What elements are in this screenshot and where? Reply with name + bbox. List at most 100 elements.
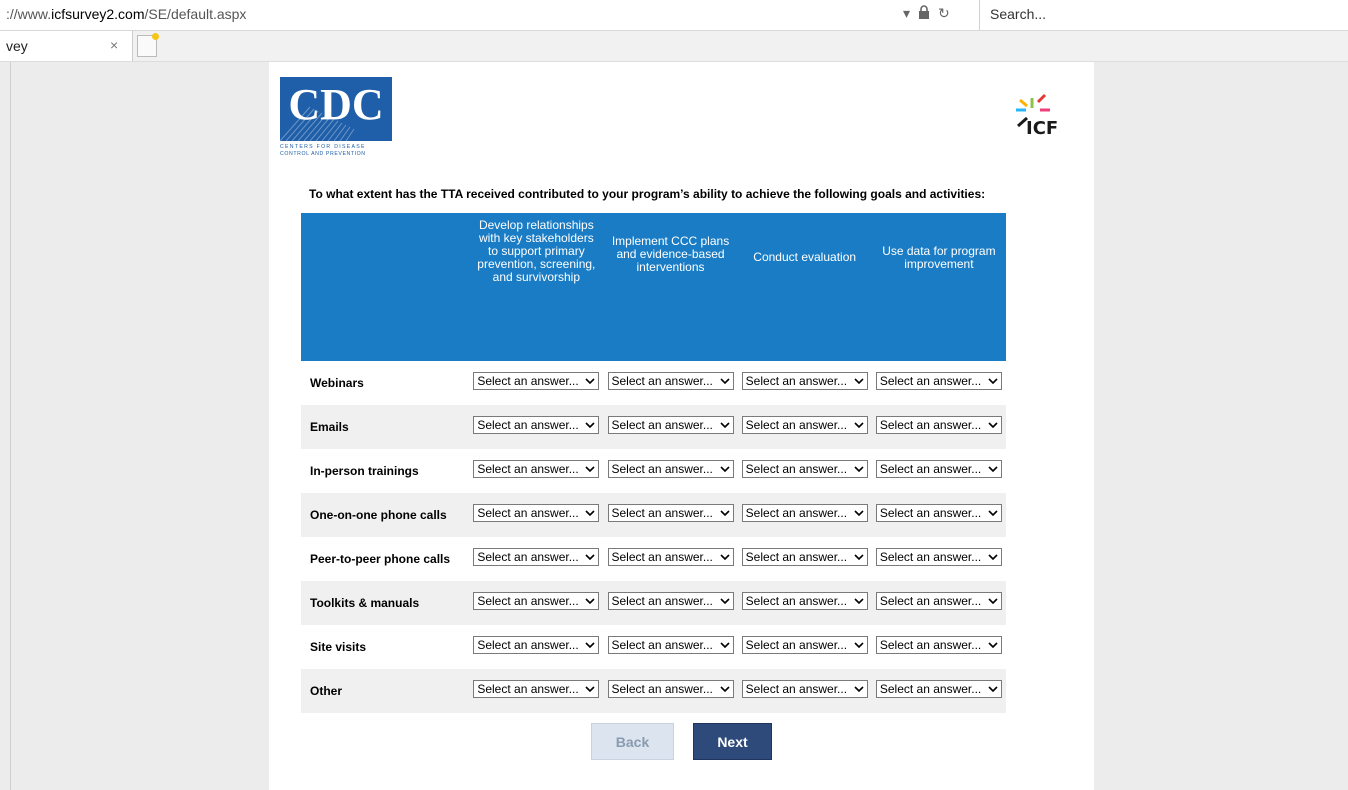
answer-cell: Select an answer... xyxy=(469,449,603,493)
answer-select[interactable]: Select an answer... xyxy=(473,591,600,610)
answer-select[interactable]: Select an answer... xyxy=(875,415,1002,434)
answer-select[interactable]: Select an answer... xyxy=(607,371,734,390)
next-button[interactable]: Next xyxy=(693,723,772,760)
table-row: Emails Select an answer... Select an answe… xyxy=(301,405,1006,449)
answer-cell: Select an answer... xyxy=(737,581,872,625)
answer-cell: Select an answer... xyxy=(469,537,603,581)
answer-cell: Select an answer... xyxy=(738,537,872,581)
answer-cell: Select an answer... xyxy=(872,625,1006,669)
answer-select[interactable]: Select an answer... xyxy=(741,679,868,698)
answer-cell: Select an answer... xyxy=(469,405,604,449)
select-value: Select an answer... xyxy=(611,373,713,388)
table-row: In-person trainings Select an answer... Se… xyxy=(301,449,1006,493)
answer-select[interactable]: Select an answer... xyxy=(875,679,1002,698)
lock-icon[interactable] xyxy=(918,5,930,22)
dropdown-arrow-icon[interactable]: ▾ xyxy=(903,5,910,22)
row-label: Webinars xyxy=(310,376,364,390)
select-value: Select an answer... xyxy=(477,549,579,564)
table-row: Peer-to-peer phone calls Select an answer… xyxy=(301,537,1006,581)
column-header: Use data for program improvement xyxy=(871,213,1006,361)
row-label: One-on-one phone calls xyxy=(301,493,470,537)
answer-cell: Select an answer... xyxy=(872,449,1006,493)
select-value: Select an answer... xyxy=(745,461,848,476)
answer-cell: Select an answer... xyxy=(603,449,737,493)
answer-cell: Select an answer... xyxy=(603,537,737,581)
table-row: Toolkits & manuals Select an answer... Sel… xyxy=(301,581,1006,625)
answer-select[interactable]: Select an answer... xyxy=(473,679,600,698)
answer-cell: Select an answer... xyxy=(603,669,738,713)
select-value: Select an answer... xyxy=(477,417,579,432)
answer-select[interactable]: Select an answer... xyxy=(875,547,1002,566)
select-value: Select an answer... xyxy=(477,505,579,520)
answer-select[interactable]: Select an answer... xyxy=(875,371,1002,390)
answer-select[interactable]: Select an answer... xyxy=(473,415,600,434)
answer-cell: Select an answer... xyxy=(469,493,604,537)
answer-select[interactable]: Select an answer... xyxy=(875,503,1002,522)
answer-cell: Select an answer... xyxy=(603,625,737,669)
select-value: Select an answer... xyxy=(611,637,713,652)
url-path: /SE/default.aspx xyxy=(144,6,247,22)
new-tab-icon[interactable] xyxy=(137,33,159,57)
answer-cell: Select an answer... xyxy=(872,537,1006,581)
answer-cell: Select an answer... xyxy=(737,405,872,449)
close-icon[interactable]: × xyxy=(110,37,118,53)
select-value: Select an answer... xyxy=(477,637,579,652)
select-value: Select an answer... xyxy=(611,505,713,520)
select-value: Select an answer... xyxy=(879,417,982,432)
search-box[interactable]: Search... xyxy=(979,0,1348,30)
select-value: Select an answer... xyxy=(745,637,848,652)
answer-select[interactable]: Select an answer... xyxy=(741,591,868,610)
select-value: Select an answer... xyxy=(611,593,713,608)
answer-select[interactable]: Select an answer... xyxy=(875,459,1002,478)
answer-select[interactable]: Select an answer... xyxy=(473,459,600,478)
select-value: Select an answer... xyxy=(745,373,848,388)
answer-select[interactable]: Select an answer... xyxy=(607,679,734,698)
table-row: One-on-one phone calls Select an answer..… xyxy=(301,493,1006,537)
browser-tab[interactable]: vey × xyxy=(0,31,133,61)
answer-select[interactable]: Select an answer... xyxy=(741,635,868,654)
address-bar[interactable]: ://www.icfsurvey2.com/SE/default.aspx ▾ … xyxy=(0,0,1348,31)
select-value: Select an answer... xyxy=(745,681,848,696)
answer-select[interactable]: Select an answer... xyxy=(607,591,734,610)
answer-select[interactable]: Select an answer... xyxy=(741,415,868,434)
row-label: Site visits xyxy=(310,640,367,654)
answer-cell: Select an answer... xyxy=(469,581,604,625)
answer-select[interactable]: Select an answer... xyxy=(741,503,868,522)
answer-cell: Select an answer... xyxy=(603,405,738,449)
answer-cell: Select an answer... xyxy=(737,669,872,713)
row-label: Other xyxy=(301,669,470,713)
cdc-logo-subtitle-1: CENTERS FOR DISEASE xyxy=(280,144,366,150)
select-value: Select an answer... xyxy=(879,593,982,608)
answer-select[interactable]: Select an answer... xyxy=(875,635,1002,654)
select-value: Select an answer... xyxy=(611,417,713,432)
answer-select[interactable]: Select an answer... xyxy=(473,547,600,566)
answer-cell: Select an answer... xyxy=(603,493,738,537)
select-value: Select an answer... xyxy=(611,549,713,564)
survey-page: CDC CENTERS FOR DISEASE CONTROL AND PREV… xyxy=(269,62,1094,790)
answer-select[interactable]: Select an answer... xyxy=(473,371,600,390)
answer-select[interactable]: Select an answer... xyxy=(741,547,868,566)
icf-logo-text: ICF xyxy=(1026,118,1058,139)
answer-select[interactable]: Select an answer... xyxy=(607,547,734,566)
answer-select[interactable]: Select an answer... xyxy=(607,459,734,478)
answer-select[interactable]: Select an answer... xyxy=(607,635,734,654)
answer-select[interactable]: Select an answer... xyxy=(473,635,600,654)
back-button[interactable]: Back xyxy=(591,723,674,760)
cdc-logo-subtitle-2: CONTROL AND PREVENTION xyxy=(280,151,366,157)
answer-cell: Select an answer... xyxy=(871,493,1006,537)
select-value: Select an answer... xyxy=(745,549,848,564)
row-label: Emails xyxy=(301,405,470,449)
answer-select[interactable]: Select an answer... xyxy=(607,415,734,434)
answer-select[interactable]: Select an answer... xyxy=(875,591,1002,610)
answer-select[interactable]: Select an answer... xyxy=(473,503,600,522)
table-row: Site visits Select an answer... Select an … xyxy=(301,625,1006,669)
select-value: Select an answer... xyxy=(879,373,982,388)
answer-select[interactable]: Select an answer... xyxy=(741,459,868,478)
url-text[interactable]: ://www.icfsurvey2.com/SE/default.aspx xyxy=(6,6,246,22)
select-value: Select an answer... xyxy=(477,681,579,696)
answer-select[interactable]: Select an answer... xyxy=(741,371,868,390)
reload-icon[interactable]: ↻ xyxy=(938,5,950,22)
select-value: Select an answer... xyxy=(879,681,982,696)
answer-cell: Select an answer... xyxy=(871,405,1006,449)
answer-select[interactable]: Select an answer... xyxy=(607,503,734,522)
